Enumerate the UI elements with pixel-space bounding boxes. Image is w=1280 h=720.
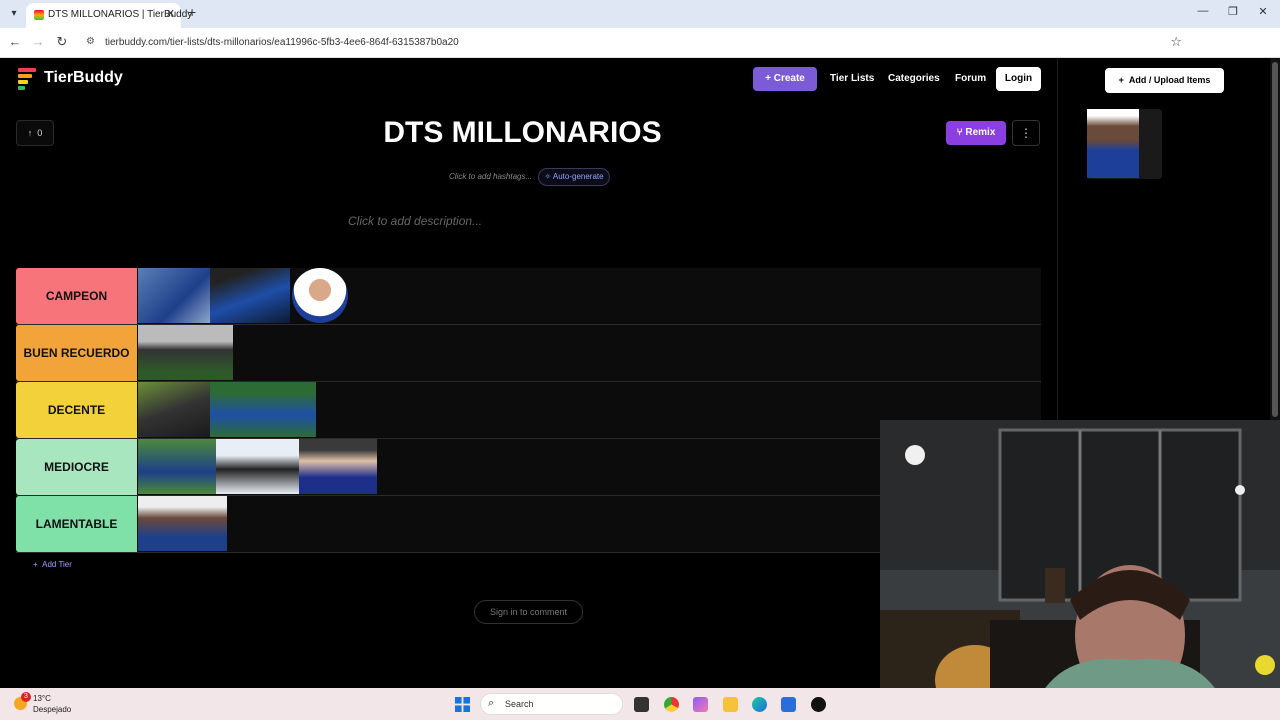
tier-label[interactable]: BUEN RECUERDO (16, 325, 137, 381)
tier-item[interactable] (216, 439, 299, 494)
tier-items (138, 439, 377, 495)
more-options-icon[interactable]: ⋮ (1012, 120, 1040, 146)
close-window-icon[interactable]: ✕ (1248, 5, 1278, 18)
search-label: Search (505, 699, 534, 709)
chrome-icon[interactable] (664, 697, 679, 712)
tier-item[interactable] (138, 496, 227, 551)
tier-items (138, 325, 233, 381)
address-toolbar: ← → ↻ ⚙ tierbuddy.com/tier-lists/dts-mil… (0, 28, 1280, 77)
nav-categories[interactable]: Categories (888, 73, 940, 84)
upload-items-button[interactable]: + Add / Upload Items (1105, 68, 1224, 93)
store-icon[interactable] (781, 697, 796, 712)
tier-label[interactable]: DECENTE (16, 382, 137, 438)
tier-item[interactable] (210, 382, 316, 437)
tier-row: BUEN RECUERDO (16, 325, 1041, 382)
forward-icon[interactable]: → (29, 34, 47, 49)
sidebar-item[interactable] (1087, 109, 1162, 179)
new-tab-icon[interactable]: + (188, 4, 196, 20)
tierbuddy-logo-icon (18, 68, 36, 90)
back-icon[interactable]: ← (6, 34, 24, 49)
restore-icon[interactable]: ❐ (1218, 5, 1248, 18)
add-tier-button[interactable]: + Add Tier (33, 560, 72, 569)
webcam-overlay (880, 420, 1280, 720)
tier-item[interactable] (210, 268, 290, 323)
add-tier-label: Add Tier (42, 560, 72, 569)
tier-item[interactable] (292, 268, 348, 323)
taskbar-search[interactable]: ⌕ Search (480, 693, 623, 715)
tier-label[interactable]: CAMPEON (16, 268, 137, 324)
bookmark-star-icon[interactable]: ☆ (1170, 34, 1182, 50)
tier-item[interactable] (138, 325, 233, 380)
weather-temperature[interactable]: 13°C (33, 694, 51, 703)
webcam-feed (880, 420, 1280, 720)
page-title[interactable]: DTS MILLONARIOS (360, 116, 685, 150)
sign-in-comment-button[interactable]: Sign in to comment (474, 600, 583, 624)
minimize-icon[interactable]: — (1188, 5, 1218, 17)
file-explorer-icon[interactable] (723, 697, 738, 712)
close-tab-icon[interactable]: ✕ (166, 7, 175, 20)
browser-tab[interactable]: DTS MILLONARIOS | TierBuddy ✕ (26, 3, 192, 28)
weather-badge: 3 (21, 692, 31, 702)
logo-text: TierBuddy (44, 69, 123, 86)
scrollbar-thumb[interactable] (1272, 62, 1278, 417)
tab-search-icon[interactable]: ▾ (6, 6, 22, 22)
login-button[interactable]: Login (996, 67, 1041, 91)
autogenerate-button[interactable]: ✧ Auto-generate (538, 168, 610, 186)
create-label: Create (773, 73, 805, 84)
site-info-icon[interactable]: ⚙ (86, 36, 95, 47)
nav-forum[interactable]: Forum (955, 73, 986, 84)
search-icon: ⌕ (488, 697, 495, 709)
tierbuddy-favicon-icon (34, 10, 44, 20)
tier-item[interactable] (299, 439, 377, 494)
weather-description[interactable]: Despejado (33, 705, 71, 714)
taskbar: 3 13°C Despejado ⌕ Search (0, 688, 1280, 720)
tier-label[interactable]: LAMENTABLE (16, 496, 137, 552)
create-button[interactable]: + Create (753, 67, 817, 91)
copilot-icon[interactable] (693, 697, 708, 712)
obs-icon[interactable] (811, 697, 826, 712)
remix-label: Remix (965, 127, 996, 138)
tier-item[interactable] (138, 439, 216, 494)
upload-items-label: Add / Upload Items (1128, 75, 1211, 85)
upvote-count: 0 (37, 128, 43, 138)
description-input[interactable]: Click to add description... (348, 214, 482, 228)
tier-row: CAMPEON (16, 268, 1041, 325)
edge-icon[interactable] (752, 697, 767, 712)
tier-items (138, 382, 316, 438)
tier-items (138, 496, 227, 552)
tier-items (138, 268, 348, 324)
nav-tier-lists[interactable]: Tier Lists (830, 73, 874, 84)
autogenerate-label: Auto-generate (552, 172, 604, 181)
player-photo (1087, 109, 1139, 178)
address-bar[interactable]: ⚙ tierbuddy.com/tier-lists/dts-millonari… (80, 32, 1188, 54)
reload-icon[interactable]: ↻ (53, 34, 71, 50)
tier-item[interactable] (138, 268, 210, 323)
browser-tab-bar: ▾ DTS MILLONARIOS | TierBuddy ✕ + — ❐ ✕ (0, 0, 1280, 28)
hashtags-input[interactable]: Click to add hashtags... (449, 172, 532, 181)
windows-start-icon[interactable] (455, 697, 470, 712)
task-view-icon[interactable] (634, 697, 649, 712)
tier-label[interactable]: MEDIOCRE (16, 439, 137, 495)
upvote-button[interactable]: ↑ 0 (16, 120, 54, 146)
tier-item[interactable] (138, 382, 210, 437)
remix-button[interactable]: ⑂ Remix (946, 121, 1006, 145)
url-text: tierbuddy.com/tier-lists/dts-millonarios… (105, 37, 459, 48)
